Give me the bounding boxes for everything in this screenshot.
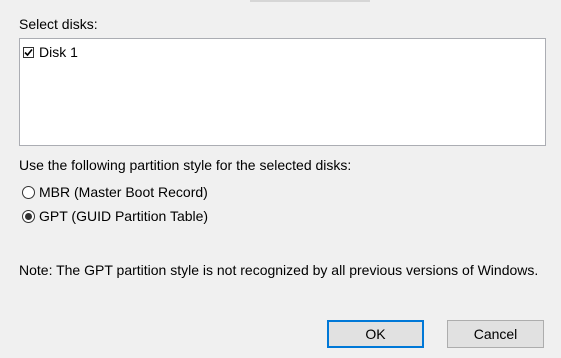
partition-style-label: Use the following partition style for th… xyxy=(19,157,352,173)
gpt-note: Note: The GPT partition style is not rec… xyxy=(19,262,539,278)
title-remnant xyxy=(250,0,370,2)
radio-gpt-row[interactable]: GPT (GUID Partition Table) xyxy=(22,208,208,224)
dialog-top-edge xyxy=(0,0,561,6)
select-disks-label: Select disks: xyxy=(19,16,98,32)
checkbox-disk-1[interactable] xyxy=(23,46,34,58)
radio-gpt-label: GPT (GUID Partition Table) xyxy=(39,208,209,224)
disk-1-label: Disk 1 xyxy=(39,44,78,60)
disk-list[interactable]: Disk 1 xyxy=(19,38,546,146)
radio-mbr[interactable] xyxy=(22,185,35,199)
radio-mbr-label: MBR (Master Boot Record) xyxy=(39,184,208,200)
cancel-button[interactable]: Cancel xyxy=(447,320,544,348)
checkmark-icon xyxy=(24,48,33,56)
ok-button[interactable]: OK xyxy=(327,320,424,348)
initialize-disk-dialog: Select disks: Disk 1 Use the following p… xyxy=(0,0,561,358)
radio-gpt[interactable] xyxy=(22,209,35,223)
list-item-disk-1[interactable]: Disk 1 xyxy=(23,44,78,60)
radio-mbr-row[interactable]: MBR (Master Boot Record) xyxy=(22,184,208,200)
